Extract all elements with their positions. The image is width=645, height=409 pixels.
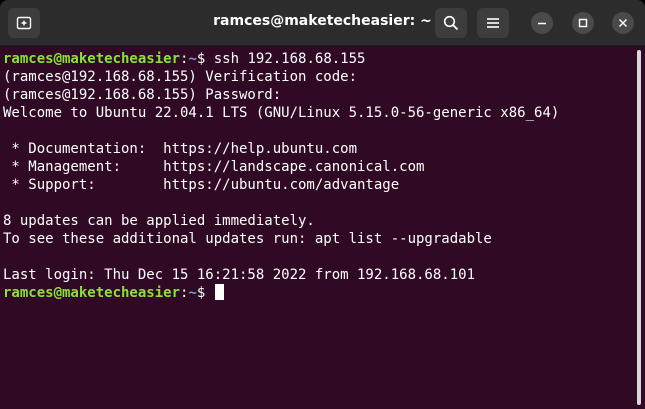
text-cursor — [214, 284, 224, 300]
output-line: (ramces@192.168.68.155) Verification cod… — [3, 69, 358, 85]
new-tab-button[interactable] — [8, 8, 40, 38]
minimize-icon — [538, 22, 546, 25]
output-line: Last login: Thu Dec 15 16:21:58 2022 fro… — [3, 267, 476, 283]
terminal-window: ramces@maketecheasier: ~ ramces@maketech… — [0, 0, 645, 409]
output-line: Welcome to Ubuntu 22.04.1 LTS (GNU/Linux… — [3, 105, 560, 121]
close-button[interactable] — [612, 12, 634, 34]
new-tab-icon — [16, 16, 32, 30]
prompt-user-host: ramces@maketecheasier — [3, 51, 181, 67]
title-bar[interactable]: ramces@maketecheasier: ~ — [0, 0, 645, 46]
output-line: To see these additional updates run: apt… — [3, 231, 492, 247]
prompt-path: ~ — [188, 51, 197, 67]
prompt-symbol: $ — [196, 285, 214, 301]
output-line: 8 updates can be applied immediately. — [3, 213, 315, 229]
command-text: ssh 192.168.68.155 — [213, 51, 366, 67]
maximize-button[interactable] — [572, 12, 594, 34]
minimize-button[interactable] — [531, 12, 553, 34]
output-line: * Management: https://landscape.canonica… — [3, 159, 425, 175]
search-button[interactable] — [435, 8, 467, 38]
output-line: (ramces@192.168.68.155) Password: — [3, 87, 282, 103]
search-icon — [443, 15, 459, 31]
close-icon — [618, 18, 628, 28]
terminal-output[interactable]: ramces@maketecheasier:~$ ssh 192.168.68.… — [0, 46, 636, 409]
scrollbar[interactable] — [637, 50, 641, 405]
output-line: * Documentation: https://help.ubuntu.com — [3, 141, 358, 157]
prompt-user-host: ramces@maketecheasier — [3, 285, 181, 301]
prompt-line: ramces@maketecheasier:~$ ssh 192.168.68.… — [3, 50, 636, 68]
prompt-symbol: $ — [196, 51, 214, 67]
output-line: * Support: https://ubuntu.com/advantage — [3, 177, 400, 193]
menu-button[interactable] — [477, 8, 509, 38]
hamburger-menu-icon — [487, 18, 499, 28]
maximize-icon — [578, 18, 588, 28]
prompt-path: ~ — [188, 285, 197, 301]
prompt-line: ramces@maketecheasier:~$ — [3, 284, 636, 302]
